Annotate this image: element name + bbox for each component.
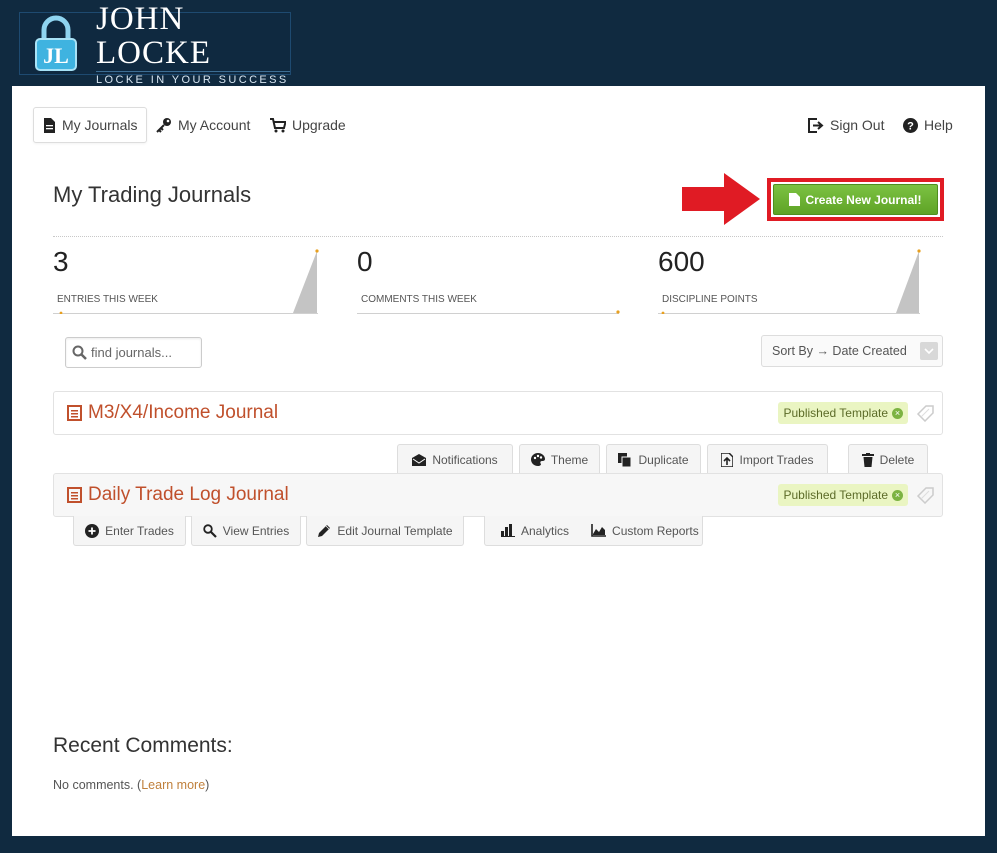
recent-text-before: No comments. ( xyxy=(53,778,142,792)
theme-button[interactable]: Theme xyxy=(519,444,600,474)
reports-button-group: Analytics Custom Reports xyxy=(484,516,703,546)
journal-icon xyxy=(67,487,82,503)
edit-template-label: Edit Journal Template xyxy=(337,523,453,538)
enter-trades-button[interactable]: Enter Trades xyxy=(73,516,186,546)
journal-row[interactable]: Daily Trade Log Journal Published Templa… xyxy=(53,473,943,517)
notifications-button[interactable]: Notifications xyxy=(397,444,513,474)
nav-help-label: Help xyxy=(924,117,953,133)
create-highlight-box: Create New Journal! xyxy=(767,178,944,221)
published-template-badge: Published Template × xyxy=(778,402,908,424)
recent-comments-title: Recent Comments: xyxy=(53,734,233,757)
stat-comments: 0 COMMENTS THIS WEEK xyxy=(357,246,622,314)
nav-my-journals[interactable]: My Journals xyxy=(33,107,148,143)
pencil-icon xyxy=(318,524,331,537)
journal-icon xyxy=(67,405,82,421)
tag-icon[interactable] xyxy=(916,486,936,504)
tag-icon[interactable] xyxy=(916,404,936,422)
sign-out-icon xyxy=(808,117,824,133)
badge-label: Published Template xyxy=(783,488,888,502)
brand-title: JOHN LOCKE xyxy=(96,0,211,71)
view-entries-label: View Entries xyxy=(222,523,290,538)
search-journals-input[interactable]: find journals... xyxy=(65,337,202,368)
badge-label: Published Template xyxy=(783,406,888,420)
envelope-icon xyxy=(412,453,427,466)
analytics-label: Analytics xyxy=(521,523,570,538)
stat-entries: 3 ENTRIES THIS WEEK xyxy=(53,246,319,314)
area-chart-icon xyxy=(591,524,607,537)
bar-chart-icon xyxy=(501,524,515,537)
logo[interactable]: JL JOHN LOCKE LOCKE IN YOUR SUCCESS xyxy=(19,2,291,86)
notifications-label: Notifications xyxy=(432,452,498,467)
svg-text:JL: JL xyxy=(43,43,69,68)
search-icon xyxy=(203,523,217,538)
nav-sign-out-label: Sign Out xyxy=(830,117,885,133)
view-entries-button[interactable]: View Entries xyxy=(191,516,301,546)
duplicate-label: Duplicate xyxy=(638,452,689,467)
upload-file-icon xyxy=(721,452,734,467)
recent-comments-text: No comments. (Learn more) xyxy=(53,778,209,792)
sort-label: Sort By → Date Created xyxy=(772,344,907,358)
published-template-badge: Published Template × xyxy=(778,484,908,506)
nav-help[interactable]: ? Help xyxy=(903,107,953,143)
stat-discipline-sparkline xyxy=(661,249,921,314)
custom-reports-button[interactable]: Custom Reports xyxy=(591,524,699,538)
stat-entries-sparkline xyxy=(59,249,319,314)
analytics-button[interactable]: Analytics xyxy=(501,524,569,538)
new-document-icon xyxy=(789,193,801,206)
trash-icon xyxy=(861,452,874,467)
search-placeholder: find journals... xyxy=(91,345,172,360)
svg-text:?: ? xyxy=(907,120,914,132)
journal-title: M3/X4/Income Journal xyxy=(88,402,279,423)
edit-template-button[interactable]: Edit Journal Template xyxy=(306,516,464,546)
remove-badge-icon[interactable]: × xyxy=(892,407,903,419)
cart-icon xyxy=(270,117,286,132)
delete-button[interactable]: Delete xyxy=(848,444,928,474)
stat-discipline: 600 DISCIPLINE POINTS xyxy=(658,246,923,314)
main-panel: My Journals My Account Upgrade Sign Out … xyxy=(12,86,985,836)
delete-label: Delete xyxy=(879,452,915,467)
remove-badge-icon[interactable]: × xyxy=(892,489,903,501)
journal-title-link[interactable]: Daily Trade Log Journal xyxy=(67,484,289,506)
nav-upgrade-label: Upgrade xyxy=(292,117,346,133)
red-arrow-icon xyxy=(682,173,760,225)
divider xyxy=(53,236,943,237)
nav-sign-out[interactable]: Sign Out xyxy=(808,107,884,143)
create-new-journal-button[interactable]: Create New Journal! xyxy=(773,184,938,215)
page-title: My Trading Journals xyxy=(53,182,252,207)
search-icon xyxy=(72,345,87,360)
journal-title-link[interactable]: M3/X4/Income Journal xyxy=(67,402,278,424)
chevron-down-icon xyxy=(920,342,938,360)
copy-icon xyxy=(618,452,632,467)
stat-comments-sparkline xyxy=(616,310,620,314)
key-icon xyxy=(156,118,171,133)
padlock-logo-icon: JL xyxy=(26,14,86,74)
help-icon: ? xyxy=(903,117,918,133)
sort-dropdown[interactable]: Sort By → Date Created xyxy=(761,335,943,367)
custom-reports-label: Custom Reports xyxy=(612,523,699,538)
journal-row[interactable]: M3/X4/Income Journal Published Template … xyxy=(53,391,943,435)
learn-more-link[interactable]: Learn more xyxy=(141,778,205,792)
palette-icon xyxy=(530,453,545,466)
brand-tagline: LOCKE IN YOUR SUCCESS xyxy=(96,70,290,86)
duplicate-button[interactable]: Duplicate xyxy=(606,444,701,474)
nav-my-account[interactable]: My Account xyxy=(156,107,250,143)
nav-upgrade[interactable]: Upgrade xyxy=(270,107,346,143)
plus-circle-icon xyxy=(85,523,100,538)
journal-title: Daily Trade Log Journal xyxy=(88,484,289,505)
nav-my-journals-label: My Journals xyxy=(62,117,138,133)
import-trades-label: Import Trades xyxy=(739,452,814,467)
create-new-journal-label: Create New Journal! xyxy=(805,192,922,207)
enter-trades-label: Enter Trades xyxy=(105,523,174,538)
document-icon xyxy=(44,117,55,133)
nav-my-account-label: My Account xyxy=(178,117,251,133)
theme-label: Theme xyxy=(550,452,589,467)
import-trades-button[interactable]: Import Trades xyxy=(707,444,828,474)
recent-text-after: ) xyxy=(205,778,210,792)
